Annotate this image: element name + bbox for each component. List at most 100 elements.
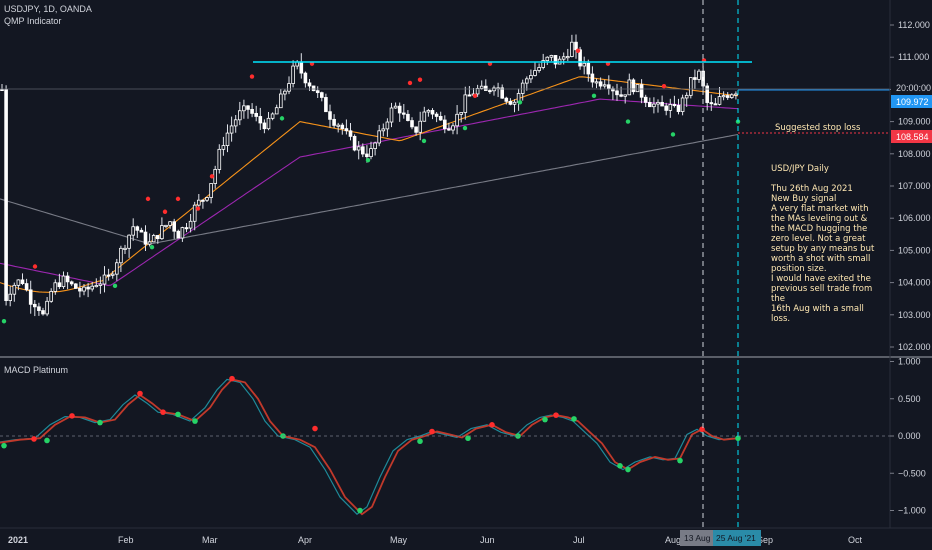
- sell-signal-dot: [661, 83, 667, 89]
- stop-loss-label: Suggested stop loss: [775, 123, 861, 133]
- candle-body: [57, 282, 62, 288]
- candle-body: [237, 110, 242, 121]
- candle-body: [176, 230, 181, 239]
- note-line: I would have exited the: [771, 274, 871, 284]
- candle-body: [233, 119, 238, 127]
- note-line: worth a shot with small: [771, 254, 871, 264]
- candle-body: [69, 281, 74, 285]
- candle-body: [406, 113, 410, 121]
- macd-buy-dot: [175, 411, 181, 418]
- candle-body: [352, 135, 357, 151]
- price-candles: [0, 34, 738, 317]
- candle-body: [602, 84, 607, 87]
- candle-body: [262, 122, 267, 130]
- price-tick-label: 107.000: [898, 181, 931, 191]
- stop-price-label: 108.584: [896, 132, 929, 142]
- candle-body: [250, 108, 254, 114]
- time-label: Aug: [665, 535, 681, 545]
- candle-body: [299, 61, 304, 74]
- candle-body: [426, 110, 431, 113]
- macd-buy-dot: [677, 457, 683, 464]
- sell-signal-dot: [417, 77, 423, 82]
- candle-body: [266, 117, 271, 130]
- time-label: May: [390, 535, 408, 545]
- buy-signal-dot: [625, 119, 631, 124]
- candle-body: [188, 220, 193, 229]
- candle-body: [713, 103, 718, 106]
- macd-sell-dot: [489, 422, 495, 428]
- candle-body: [561, 56, 566, 60]
- candle-body: [615, 90, 619, 96]
- candle-body: [172, 221, 177, 232]
- candle-body: [520, 82, 525, 94]
- note-line: USD/JPY Daily: [771, 164, 829, 174]
- candle-body: [598, 81, 603, 87]
- candle-body: [545, 56, 550, 62]
- candle-body: [537, 67, 541, 71]
- ma-mid-line: [0, 98, 739, 286]
- candle-body: [410, 120, 414, 128]
- note-line: A very flat market with: [771, 204, 869, 214]
- sell-signal-dot: [209, 174, 215, 179]
- candle-body: [422, 111, 427, 122]
- candle-body: [90, 285, 95, 290]
- candle-body: [74, 283, 78, 289]
- candle-body: [438, 116, 443, 121]
- candle-body: [529, 75, 533, 80]
- candle-body: [586, 62, 591, 75]
- candle-body: [196, 199, 201, 206]
- candle-body: [652, 103, 656, 108]
- candle-body: [12, 284, 17, 295]
- candle-body: [356, 146, 361, 151]
- macd-buy-dot: [357, 507, 363, 514]
- macd-sell-dot: [160, 409, 166, 415]
- ma-slow-line: [0, 133, 739, 245]
- candle-body: [385, 121, 390, 130]
- candle-body: [8, 293, 13, 301]
- candle-body: [414, 126, 418, 133]
- macd-sell-dot: [429, 428, 435, 435]
- time-label: Jul: [573, 535, 585, 545]
- note-line: 16th Aug with a small loss.: [771, 304, 864, 324]
- candle-body: [705, 85, 709, 103]
- candle-body: [553, 55, 558, 65]
- time-label: Oct: [848, 535, 863, 545]
- note-line: [771, 174, 881, 184]
- candle-body: [730, 94, 734, 98]
- candle-body: [82, 286, 86, 292]
- sell-signal-dot: [195, 206, 201, 211]
- candle-body: [33, 303, 37, 308]
- candle-body: [311, 85, 316, 92]
- candle-body: [504, 97, 509, 102]
- sell-signal-dot: [249, 74, 255, 79]
- candle-body: [242, 105, 246, 112]
- candle-body: [717, 96, 722, 105]
- time-label: Feb: [118, 535, 134, 545]
- macd-tick-label: 1.000: [898, 357, 921, 367]
- sell-signal-dot: [575, 48, 581, 53]
- time-label: Apr: [298, 535, 312, 545]
- candle-body: [393, 105, 398, 109]
- candle-body: [664, 105, 668, 111]
- candle-body: [0, 89, 4, 92]
- symbol-title: USDJPY, 1D, OANDA: [4, 4, 92, 14]
- buy-signal-dot: [462, 125, 468, 131]
- candle-body: [78, 288, 82, 292]
- candle-body: [463, 94, 468, 113]
- macd-tick-label: −0.500: [898, 468, 926, 478]
- candle-body: [459, 112, 463, 115]
- candle-body: [631, 79, 636, 93]
- note-line: Thu 26th Aug 2021: [771, 184, 853, 194]
- buy-signal-dot: [421, 138, 427, 144]
- candle-body: [49, 291, 53, 302]
- candle-body: [143, 231, 148, 245]
- note-line: position size.: [771, 264, 827, 274]
- candle-body: [525, 78, 529, 84]
- price-tick-label: 104.000: [898, 278, 931, 288]
- candle-body: [709, 102, 714, 105]
- candle-body: [693, 77, 697, 80]
- time-label: Mar: [202, 535, 218, 545]
- candle-body: [500, 87, 504, 99]
- buy-signal-dot: [591, 93, 597, 99]
- macd-buy-dot: [192, 418, 198, 424]
